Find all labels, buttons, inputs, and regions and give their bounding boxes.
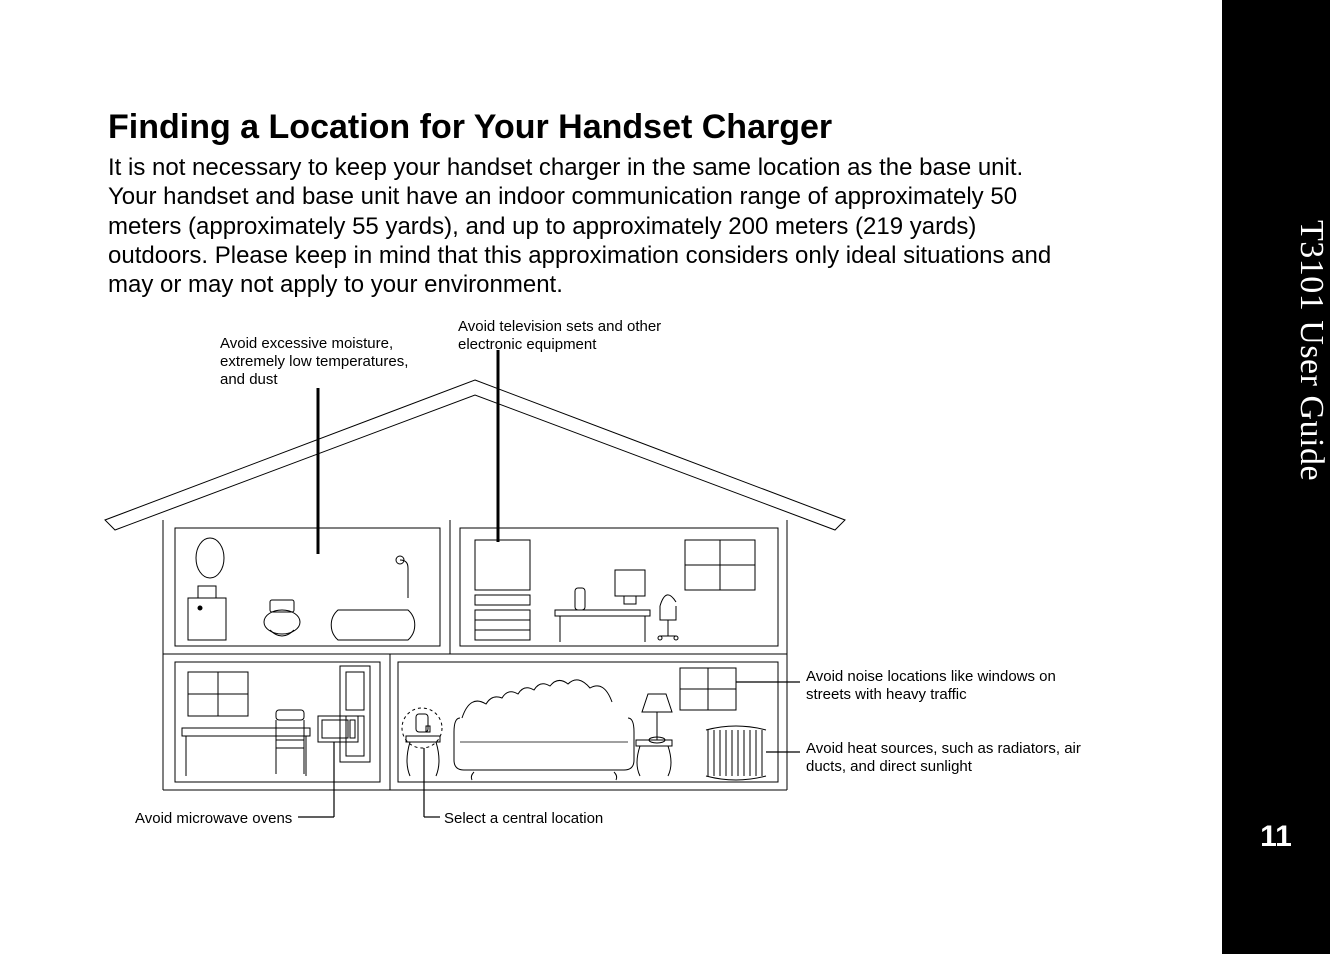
sidebar: T3101 User Guide 11 — [1222, 0, 1330, 954]
section-body: It is not necessary to keep your handset… — [108, 153, 1074, 299]
house-svg — [100, 310, 1100, 850]
house-diagram: Avoid excessive moisture, extremely low … — [100, 310, 1100, 850]
section-heading: Finding a Location for Your Handset Char… — [108, 108, 1074, 147]
sidebar-title: T3101 User Guide — [1222, 220, 1330, 481]
page-number: 11 — [1222, 820, 1330, 854]
page-content-area: Finding a Location for Your Handset Char… — [0, 0, 1222, 954]
main-content: Finding a Location for Your Handset Char… — [108, 108, 1074, 299]
